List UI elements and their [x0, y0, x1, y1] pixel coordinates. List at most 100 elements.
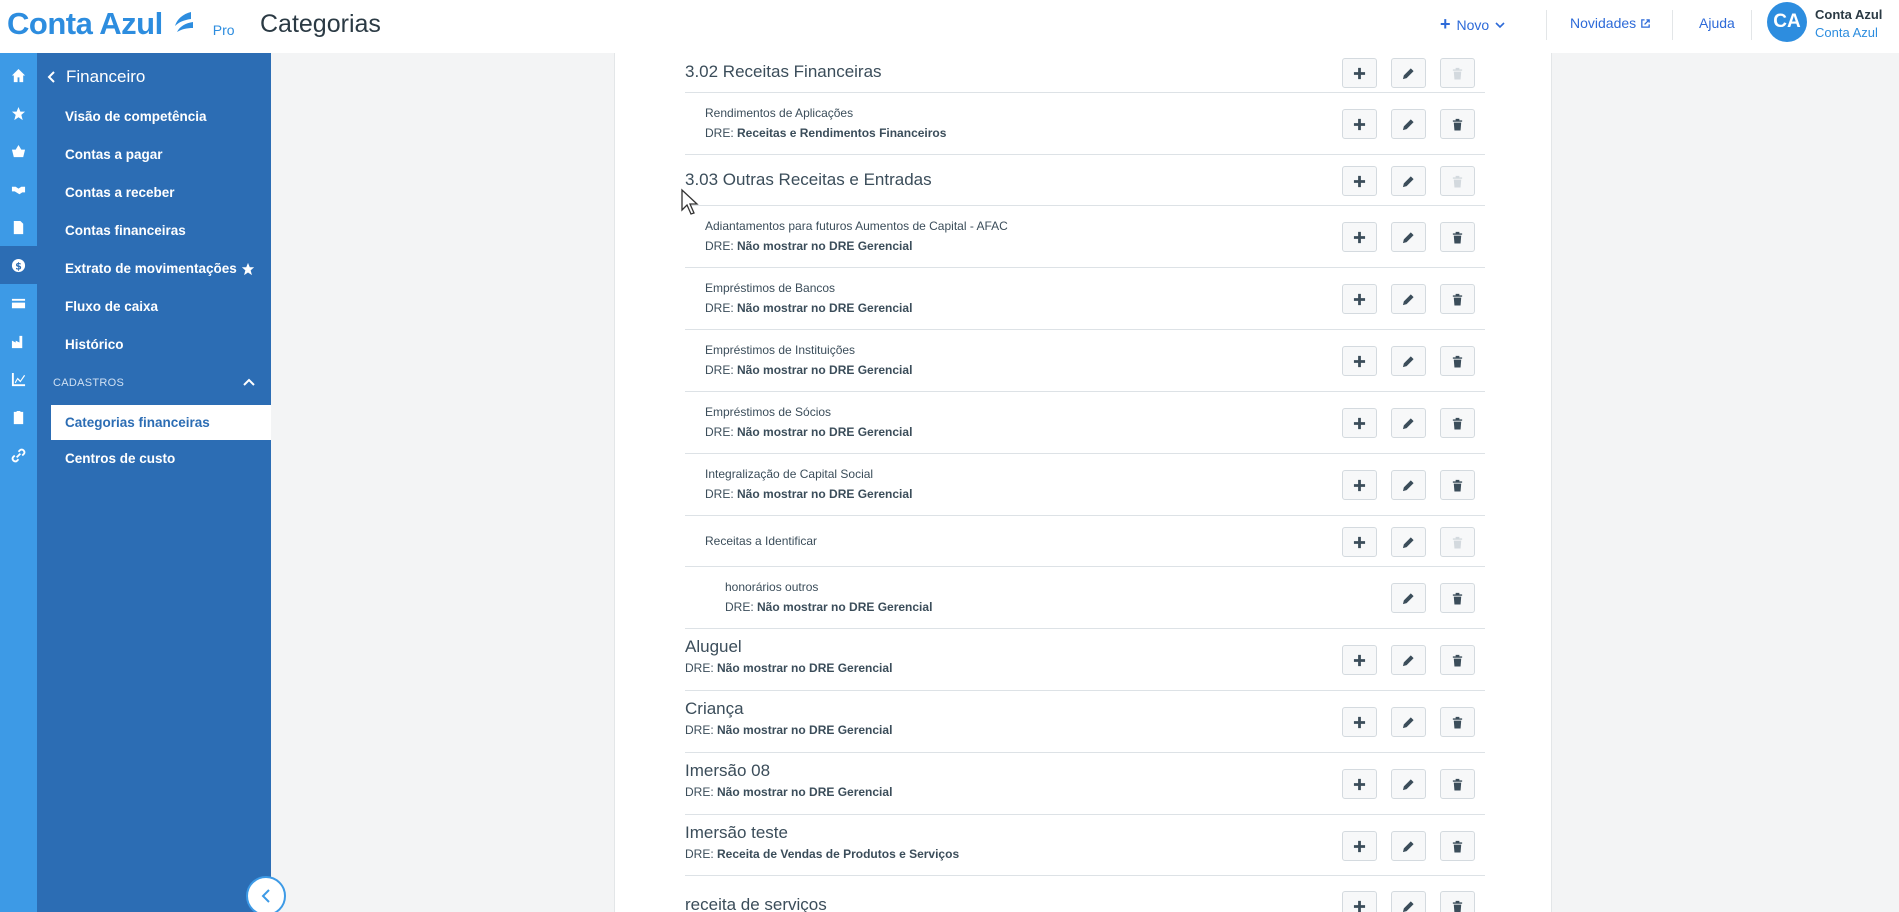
add-subcategory-button[interactable]: [1342, 284, 1377, 314]
rail-cards[interactable]: [0, 284, 37, 322]
delete-category-button[interactable]: [1440, 891, 1475, 912]
conta-azul-logo[interactable]: Conta Azul Pro: [7, 6, 235, 42]
add-subcategory-button[interactable]: [1342, 831, 1377, 861]
novidades-link[interactable]: Novidades: [1570, 15, 1651, 31]
add-subcategory-button[interactable]: [1342, 58, 1377, 88]
card-icon: [11, 298, 26, 308]
menu-item-contas-pagar[interactable]: Contas a pagar: [65, 147, 163, 162]
edit-category-button[interactable]: [1391, 109, 1426, 139]
add-subcategory-button[interactable]: [1342, 109, 1377, 139]
rail-tasks[interactable]: [0, 398, 37, 436]
menu-item-contas-financeiras[interactable]: Contas financeiras: [65, 223, 186, 238]
chevron-up-icon[interactable]: [242, 375, 256, 389]
edit-category-button[interactable]: [1391, 408, 1426, 438]
delete-category-button[interactable]: [1440, 583, 1475, 613]
handshake-icon: [11, 186, 26, 194]
menu-item-contas-receber[interactable]: Contas a receber: [65, 185, 175, 200]
edit-category-button[interactable]: [1391, 707, 1426, 737]
edit-category-button[interactable]: [1391, 222, 1426, 252]
add-subcategory-button[interactable]: [1342, 408, 1377, 438]
add-subcategory-button[interactable]: [1342, 527, 1377, 557]
menu-item-extrato[interactable]: Extrato de movimentações: [65, 261, 251, 276]
ajuda-link[interactable]: Ajuda: [1699, 15, 1735, 31]
dre-value: Receitas e Rendimentos Financeiros: [737, 126, 947, 140]
dre-prefix: DRE:: [685, 723, 718, 737]
delete-category-button[interactable]: [1440, 527, 1475, 557]
header-divider: [1546, 10, 1547, 40]
pencil-icon: [1402, 355, 1414, 367]
rail-integrations[interactable]: [0, 436, 37, 474]
add-subcategory-button[interactable]: [1342, 166, 1377, 196]
dre-value: Não mostrar no DRE Gerencial: [737, 301, 913, 315]
edit-category-button[interactable]: [1391, 346, 1426, 376]
edit-category-button[interactable]: [1391, 645, 1426, 675]
trash-icon: [1452, 175, 1463, 188]
dre-prefix: DRE:: [705, 487, 738, 501]
category-row: DRE: Não mostrar no DRE Gerencial Imersão…: [685, 753, 1485, 815]
menu-item-fluxo-caixa[interactable]: Fluxo de caixa: [65, 299, 158, 314]
delete-category-button[interactable]: [1440, 284, 1475, 314]
collapse-menu-button[interactable]: [246, 876, 286, 912]
dre-prefix: DRE:: [685, 847, 718, 861]
menu-item-historico[interactable]: Histórico: [65, 337, 124, 352]
categories-panel: 3.02 Receitas Financeiras DRE: Receitas e…: [614, 53, 1552, 912]
rail-sales[interactable]: [0, 132, 37, 170]
user-company[interactable]: Conta Azul: [1815, 25, 1878, 40]
rail-inventory[interactable]: [0, 322, 37, 360]
menu-item-visao-competencia[interactable]: Visão de competência: [65, 109, 207, 124]
edit-category-button[interactable]: [1391, 769, 1426, 799]
delete-category-button[interactable]: [1440, 408, 1475, 438]
rail-reports[interactable]: [0, 360, 37, 398]
user-name[interactable]: Conta Azul: [1815, 7, 1882, 22]
add-subcategory-button[interactable]: [1342, 470, 1377, 500]
add-subcategory-button[interactable]: [1342, 891, 1377, 912]
dre-value: Não mostrar no DRE Gerencial: [737, 363, 913, 377]
novidades-label: Novidades: [1570, 15, 1637, 31]
section-cadastros[interactable]: CADASTROS: [53, 377, 124, 389]
delete-category-button[interactable]: [1440, 831, 1475, 861]
delete-category-button[interactable]: [1440, 707, 1475, 737]
edit-category-button[interactable]: [1391, 470, 1426, 500]
plus-icon: [1353, 536, 1366, 548]
add-subcategory-button[interactable]: [1342, 707, 1377, 737]
rail-contacts[interactable]: [0, 170, 37, 208]
add-subcategory-button[interactable]: [1342, 769, 1377, 799]
category-name: Aluguel: [685, 637, 742, 656]
rail-financeiro[interactable]: $: [0, 246, 37, 284]
add-subcategory-button[interactable]: [1342, 645, 1377, 675]
category-row: DRE: Não mostrar no DRE Gerencial Adianta…: [685, 206, 1485, 268]
edit-category-button[interactable]: [1391, 831, 1426, 861]
delete-category-button[interactable]: [1440, 166, 1475, 196]
rail-home[interactable]: [0, 56, 37, 94]
avatar[interactable]: CA: [1767, 2, 1807, 42]
delete-category-button[interactable]: [1440, 346, 1475, 376]
add-subcategory-button[interactable]: [1342, 222, 1377, 252]
edit-category-button[interactable]: [1391, 891, 1426, 912]
category-row: DRE: Não mostrar no DRE Gerencial honorár…: [685, 567, 1485, 629]
delete-category-button[interactable]: [1440, 109, 1475, 139]
back-to-financeiro[interactable]: Financeiro: [47, 67, 145, 87]
plus-icon: [1353, 118, 1366, 130]
edit-category-button[interactable]: [1391, 527, 1426, 557]
pencil-icon: [1402, 175, 1414, 187]
delete-category-button[interactable]: [1440, 470, 1475, 500]
header-divider: [1751, 10, 1752, 40]
edit-category-button[interactable]: [1391, 58, 1426, 88]
edit-category-button[interactable]: [1391, 583, 1426, 613]
edit-category-button[interactable]: [1391, 284, 1426, 314]
delete-category-button[interactable]: [1440, 769, 1475, 799]
novo-button[interactable]: + Novo: [1440, 14, 1505, 35]
menu-item-centros-custo[interactable]: Centros de custo: [65, 451, 175, 466]
category-dre: DRE: Não mostrar no DRE Gerencial: [705, 239, 912, 253]
pencil-icon: [1402, 293, 1414, 305]
menu-item-categorias-financeiras[interactable]: Categorias financeiras: [51, 405, 271, 440]
rail-favorites[interactable]: [0, 94, 37, 132]
delete-category-button[interactable]: [1440, 58, 1475, 88]
delete-category-button[interactable]: [1440, 222, 1475, 252]
add-subcategory-button[interactable]: [1342, 346, 1377, 376]
rail-documents[interactable]: [0, 208, 37, 246]
edit-category-button[interactable]: [1391, 166, 1426, 196]
document-icon: [13, 220, 24, 234]
star-icon[interactable]: [241, 262, 255, 276]
delete-category-button[interactable]: [1440, 645, 1475, 675]
